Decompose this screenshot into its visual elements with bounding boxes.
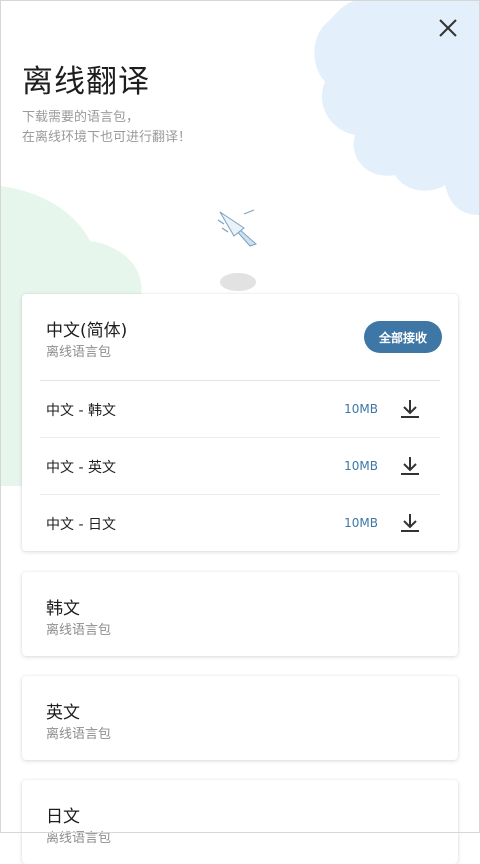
subtitle-line: 下载需要的语言包， (22, 110, 140, 125)
card-title: 中文(简体) (46, 321, 128, 341)
pack-size: 10MB (344, 459, 378, 473)
card-subtitle: 离线语言包 (46, 727, 112, 742)
pack-size: 10MB (344, 402, 378, 416)
card-title: 韩文 (46, 599, 80, 619)
pack-row: 中文 - 英文 10MB (40, 437, 440, 494)
pack-row: 中文 - 日文 10MB (40, 494, 440, 551)
pack-name: 中文 - 英文 (46, 460, 116, 476)
card-title: 英文 (46, 703, 80, 723)
paper-plane-icon (217, 209, 257, 247)
download-icon[interactable] (398, 511, 422, 535)
subtitle-line: 在离线环境下也可进行翻译！ (22, 130, 192, 145)
page-subtitle: 下载需要的语言包， 在离线环境下也可进行翻译！ (22, 108, 191, 148)
download-icon[interactable] (398, 397, 422, 421)
card-subtitle: 离线语言包 (46, 345, 112, 360)
language-card-english[interactable]: 英文 离线语言包 (22, 676, 458, 760)
language-card-chinese: 中文(简体) 离线语言包 全部接收 中文 - 韩文 10MB 中文 - 英文 1… (22, 294, 458, 551)
receive-all-button[interactable]: 全部接收 (364, 321, 442, 353)
card-subtitle: 离线语言包 (46, 831, 112, 846)
language-card-korean[interactable]: 韩文 离线语言包 (22, 572, 458, 656)
pack-size: 10MB (344, 516, 378, 530)
page-title: 离线翻译 (22, 64, 150, 100)
card-header: 中文(简体) 离线语言包 全部接收 (22, 294, 458, 380)
pack-name: 中文 - 日文 (46, 517, 116, 533)
card-subtitle: 离线语言包 (46, 623, 112, 638)
language-card-japanese[interactable]: 日文 离线语言包 (22, 780, 458, 864)
close-icon (439, 19, 457, 37)
download-icon[interactable] (398, 454, 422, 478)
card-title: 日文 (46, 807, 80, 827)
plane-shadow (220, 273, 256, 291)
pack-name: 中文 - 韩文 (46, 403, 116, 419)
pack-row: 中文 - 韩文 10MB (40, 381, 440, 437)
close-button[interactable] (434, 14, 462, 42)
